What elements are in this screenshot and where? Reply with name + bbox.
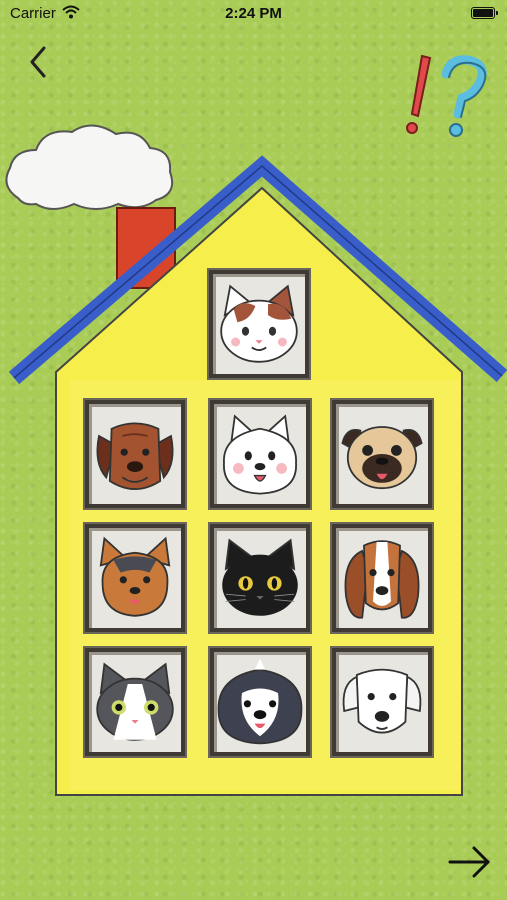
window-tuxedo-cat[interactable] [83,646,187,758]
arrow-right-icon [448,846,490,878]
tuxedo-cat-face-icon [96,662,174,741]
white-spitz-dog-face-icon [223,414,297,495]
window-shih-tzu[interactable] [208,646,312,758]
black-cat-face-icon [222,538,298,616]
window-black-cat[interactable] [208,522,312,634]
basset-hound-face-icon [344,540,420,619]
bloodhound-dog-face-icon [96,422,174,490]
window-bloodhound[interactable] [83,398,187,510]
yorkshire-terrier-face-icon [99,536,171,617]
pug-dog-face-icon [341,426,423,490]
window-basset-hound[interactable] [330,522,434,634]
shih-tzu-dog-face-icon [217,658,303,745]
window-white-spitz[interactable] [208,398,312,510]
next-button[interactable] [444,840,496,884]
window-yorkshire-terrier[interactable] [83,522,187,634]
calico-cat-face-icon [220,284,298,363]
window-calico-cat[interactable] [207,268,311,380]
window-pug[interactable] [330,398,434,510]
window-white-labrador[interactable] [330,646,434,758]
white-labrador-face-icon [342,668,422,734]
smoke-cloud [5,124,174,210]
